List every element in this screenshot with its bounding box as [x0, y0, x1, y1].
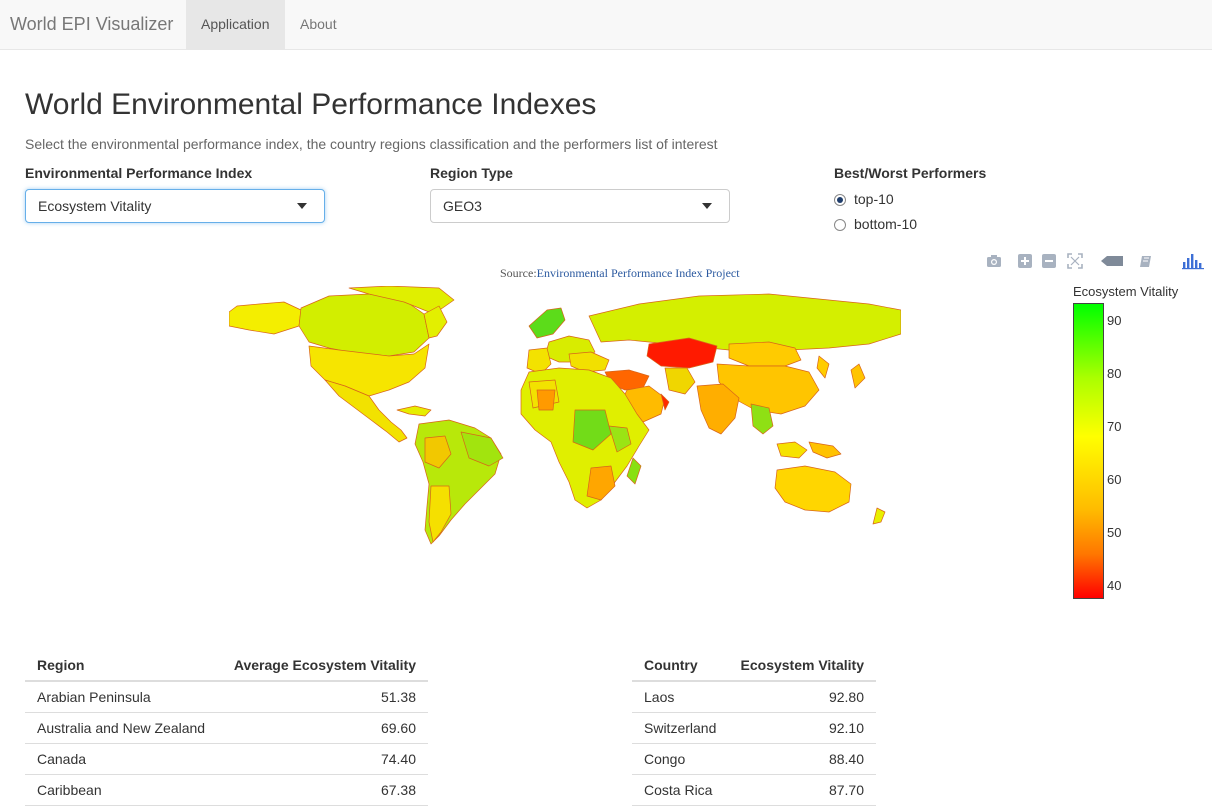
colorbar-title: Ecosystem Vitality [1073, 284, 1179, 299]
index-label: Environmental Performance Index [25, 165, 253, 181]
country-table: Country Ecosystem Vitality Laos 92.80 Swi… [632, 650, 876, 806]
table-row[interactable]: Australia and New Zealand 69.60 [25, 712, 428, 744]
colorbar-tick: 70 [1107, 419, 1122, 434]
performers-label: Best/Worst Performers [834, 165, 987, 181]
navbar: World EPI Visualizer Application About [0, 0, 1212, 50]
value-cell: 67.38 [219, 774, 428, 806]
table-row[interactable]: Congo 88.40 [632, 743, 876, 775]
column-header-region[interactable]: Region [25, 650, 220, 682]
country-cell: Costa Rica [632, 774, 729, 806]
region-table: Region Average Ecosystem Vitality Arabia… [25, 650, 428, 806]
source-link[interactable]: Environmental Performance Index Project [537, 266, 740, 280]
page-title: World Environmental Performance Indexes [25, 88, 597, 121]
region-cell: Caribbean [25, 774, 220, 806]
country-cell: Switzerland [632, 712, 729, 744]
region-type-select-value: GEO3 [443, 198, 482, 214]
page-subtitle: Select the environmental performance ind… [25, 136, 718, 152]
autoscale-icon[interactable] [1066, 252, 1084, 270]
value-cell: 87.70 [728, 774, 876, 806]
world-choropleth-map[interactable] [229, 286, 901, 548]
tab-about[interactable]: About [285, 0, 352, 49]
plotly-logo-icon[interactable] [1181, 252, 1205, 270]
table-row[interactable]: Switzerland 92.10 [632, 712, 876, 744]
value-cell: 69.60 [219, 712, 428, 744]
camera-icon[interactable] [985, 252, 1003, 270]
zoom-in-icon[interactable] [1016, 252, 1034, 270]
value-cell: 51.38 [219, 681, 428, 713]
hover-compare-icon[interactable] [1138, 252, 1156, 270]
region-cell: Canada [25, 743, 220, 775]
colorbar-tick: 90 [1107, 313, 1122, 328]
value-cell: 92.10 [728, 712, 876, 744]
region-cell: Arabian Peninsula [25, 681, 220, 713]
table-row[interactable]: Costa Rica 87.70 [632, 774, 876, 806]
region-cell: Australia and New Zealand [25, 712, 220, 744]
table-row[interactable]: Arabian Peninsula 51.38 [25, 681, 428, 713]
app-brand[interactable]: World EPI Visualizer [10, 14, 173, 35]
value-cell: 88.40 [728, 743, 876, 775]
value-cell: 92.80 [728, 681, 876, 713]
table-row[interactable]: Caribbean 67.38 [25, 774, 428, 806]
radio-button-checked[interactable] [834, 194, 846, 206]
column-header-country[interactable]: Country [632, 650, 729, 682]
colorbar-tick: 60 [1107, 472, 1122, 487]
column-header-value[interactable]: Ecosystem Vitality [728, 650, 876, 682]
value-cell: 74.40 [219, 743, 428, 775]
country-cell: Congo [632, 743, 729, 775]
table-row[interactable]: Laos 92.80 [632, 681, 876, 713]
source-prefix: Source: [500, 266, 537, 280]
colorbar-scale [1073, 303, 1104, 599]
colorbar-tick: 50 [1107, 525, 1122, 540]
index-select-value: Ecosystem Vitality [38, 198, 152, 214]
table-header-row: Region Average Ecosystem Vitality [25, 650, 428, 682]
radio-label: top-10 [854, 191, 894, 207]
caret-down-icon [702, 203, 712, 209]
tab-application[interactable]: Application [186, 0, 285, 49]
table-row[interactable]: Canada 74.40 [25, 743, 428, 775]
index-select[interactable]: Ecosystem Vitality [25, 189, 325, 223]
country-cell: Laos [632, 681, 729, 713]
radio-button[interactable] [834, 219, 846, 231]
region-type-select[interactable]: GEO3 [430, 189, 730, 223]
hover-closest-icon[interactable] [1100, 252, 1124, 270]
table-header-row: Country Ecosystem Vitality [632, 650, 876, 682]
radio-label: bottom-10 [854, 216, 918, 232]
zoom-out-icon[interactable] [1040, 252, 1058, 270]
caret-down-icon [297, 203, 307, 209]
column-header-average[interactable]: Average Ecosystem Vitality [219, 650, 428, 682]
region-type-label: Region Type [430, 165, 513, 181]
source-annotation: Source:Environmental Performance Index P… [500, 266, 740, 281]
colorbar-tick: 80 [1107, 366, 1122, 381]
colorbar-tick: 40 [1107, 578, 1122, 593]
